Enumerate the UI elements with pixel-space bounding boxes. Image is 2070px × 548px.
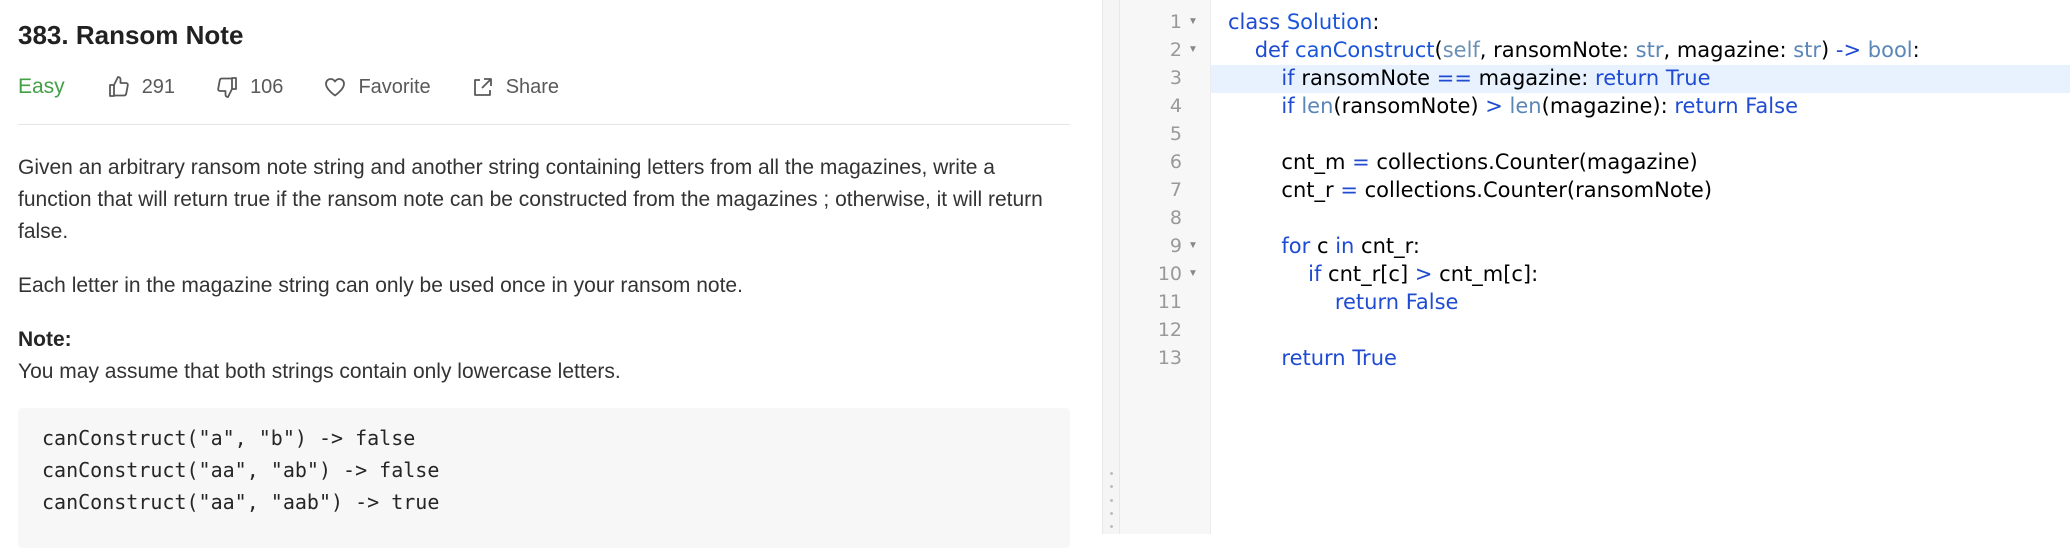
line-number: 2: [1169, 39, 1182, 61]
code-line: for c in cnt_r:: [1281, 234, 1420, 258]
line-number: 12: [1157, 319, 1182, 341]
difficulty-badge: Easy: [18, 75, 65, 98]
header-divider: [18, 124, 1070, 125]
line-number: 7: [1169, 179, 1182, 201]
example-line: canConstruct("aa", "aab") -> true: [42, 490, 440, 514]
note-text: You may assume that both strings contain…: [18, 360, 621, 383]
problem-title: 383. Ransom Note: [18, 20, 244, 50]
example-code-block: canConstruct("a", "b") -> false canConst…: [18, 408, 1070, 548]
description-paragraph: Given an arbitrary ransom note string an…: [18, 156, 1043, 243]
line-number: 9: [1169, 235, 1182, 257]
heart-icon: [325, 78, 346, 97]
line-number: 8: [1169, 207, 1182, 229]
panel-resize-handle[interactable]: [1102, 0, 1120, 534]
thumbs-down-icon: [217, 77, 237, 98]
favorite-button[interactable]: Favorite: [323, 75, 431, 99]
fold-toggle-icon[interactable]: ▼: [1188, 8, 1198, 36]
code-line: def canConstruct(self, ransomNote: str, …: [1254, 38, 1920, 62]
code-line: if cnt_r[c] > cnt_m[c]:: [1308, 262, 1539, 286]
like-button[interactable]: 291: [107, 75, 175, 99]
line-number: 5: [1169, 123, 1182, 145]
code-line: return True: [1281, 346, 1397, 370]
thumbs-up-icon: [108, 76, 129, 97]
fold-toggle-icon[interactable]: ▼: [1188, 232, 1198, 260]
line-number: 13: [1157, 347, 1182, 369]
code-line: return False: [1334, 290, 1459, 314]
fold-toggle-icon[interactable]: ▼: [1188, 36, 1198, 64]
problem-panel: 383. Ransom Note Easy 291 106 Favorite S…: [0, 0, 1102, 548]
share-button[interactable]: Share: [471, 75, 559, 99]
code-editor[interactable]: 1 2 3 4 5 6 7 8 9 10 11 12 13 ▼ ▼ ▼ ▼ cl…: [1120, 0, 2070, 534]
description-paragraph: Each letter in the magazine string can o…: [18, 274, 743, 297]
favorite-label: Favorite: [358, 75, 431, 98]
dislike-button[interactable]: 106: [215, 75, 283, 99]
code-line: class Solution:: [1228, 10, 1380, 34]
example-line: canConstruct("a", "b") -> false: [42, 426, 416, 450]
example-line: canConstruct("aa", "ab") -> false: [42, 458, 440, 482]
code-line: if len(ransomNote) > len(magazine): retu…: [1281, 94, 1798, 118]
code-line: cnt_m = collections.Counter(magazine): [1228, 150, 1698, 174]
line-number: 10: [1157, 263, 1182, 285]
fold-toggle-icon[interactable]: ▼: [1188, 260, 1198, 288]
share-label: Share: [505, 75, 560, 98]
line-number: 4: [1169, 95, 1182, 117]
line-number: 1: [1169, 11, 1182, 33]
dislike-count: 106: [250, 75, 284, 98]
code-line: cnt_r = collections.Counter(ransomNote): [1228, 178, 1713, 202]
line-number: 3: [1169, 67, 1182, 89]
line-number-gutter: 1 2 3 4 5 6 7 8 9 10 11 12 13 ▼ ▼ ▼ ▼: [1120, 0, 1211, 534]
line-number: 11: [1157, 291, 1182, 313]
share-icon: [473, 78, 492, 96]
drag-grip-icon: [1108, 472, 1114, 528]
note-label: Note:: [18, 328, 72, 351]
problem-meta: Easy 291 106 Favorite Share: [18, 72, 599, 102]
code-line: if ransomNote == magazine: return True: [1281, 66, 1711, 90]
line-number: 6: [1169, 151, 1182, 173]
like-count: 291: [141, 75, 176, 98]
